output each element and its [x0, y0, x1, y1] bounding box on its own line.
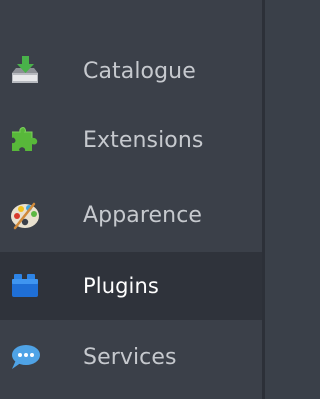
menu-item-extensions[interactable]: Extensions	[0, 106, 262, 174]
panel-border	[262, 0, 265, 399]
paint-palette-icon	[8, 198, 42, 232]
menu-item-label: Extensions	[83, 127, 204, 153]
menu-item-catalogue[interactable]: Catalogue	[0, 37, 262, 105]
menu-item-label: Catalogue	[83, 58, 196, 84]
menu-item-apparence[interactable]: Apparence	[0, 181, 262, 249]
menu-item-label: Plugins	[83, 274, 159, 298]
speech-bubble-icon	[8, 340, 42, 374]
side-menu-panel: Catalogue Extensions Apparence Plugins S…	[0, 0, 265, 399]
puzzle-piece-icon	[8, 123, 42, 157]
menu-item-label: Services	[83, 344, 177, 370]
menu-item-services[interactable]: Services	[0, 323, 262, 391]
blue-blocks-icon	[8, 269, 42, 303]
menu-item-plugins[interactable]: Plugins	[0, 252, 262, 320]
side-menu: Catalogue Extensions Apparence Plugins S…	[0, 0, 262, 399]
menu-item-label: Apparence	[83, 202, 203, 228]
catalog-tray-icon	[8, 54, 42, 88]
